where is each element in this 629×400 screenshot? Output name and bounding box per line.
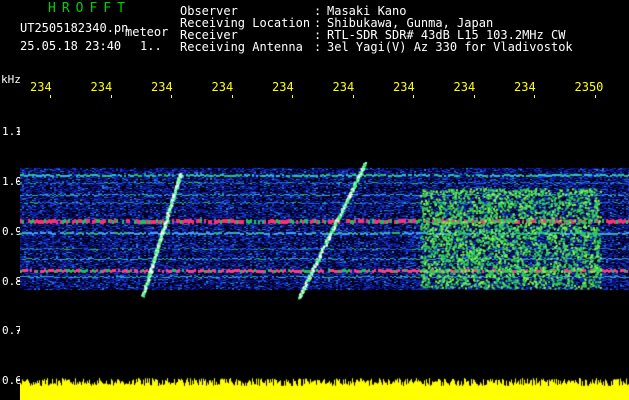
x-tick-label: 234 [30,80,52,94]
timestamp: 25.05.18 23:40 [20,39,122,53]
image-filename: UT2505182340.pn [20,21,129,35]
x-tick-mark [110,95,112,98]
info-value-antenna: 3el Yagi(V) Az 330 for Vladivostok [327,40,573,54]
x-tick-mark [352,95,354,98]
x-tick-label: 234 [151,80,173,94]
x-tick-mark [231,95,233,98]
x-tick-mark [534,95,535,98]
x-tick-label: 234 [90,80,113,94]
x-tick-mark [413,95,414,98]
frame-counter: 1.. [140,39,162,53]
spectrogram-plot [20,98,629,400]
y-axis: 1.1 1.0 0.9 0.8 0.7 0.6 [0,0,22,400]
info-separator: : [314,40,322,54]
x-tick-label: 234 [211,80,234,94]
x-tick-mark [50,95,51,98]
spectrogram-canvas [20,98,629,400]
info-label-antenna: Receiving Antenna [180,40,303,54]
mode-label: meteor [125,25,169,39]
x-tick-label: 2350 [574,80,604,94]
x-tick-mark [171,95,172,98]
x-tick-label: 234 [272,80,294,94]
x-tick-label: 234 [514,80,536,94]
spectrogram-window: HROFFT UT2505182340.pn meteor 25.05.18 2… [0,0,629,400]
x-tick-mark [473,95,475,98]
x-tick-label: 234 [453,80,476,94]
x-tick-label: 234 [393,80,415,94]
x-tick-label: 234 [332,80,355,94]
brand-title: HROFFT [48,1,131,16]
x-tick-mark [292,95,293,98]
x-tick-mark [594,95,596,98]
